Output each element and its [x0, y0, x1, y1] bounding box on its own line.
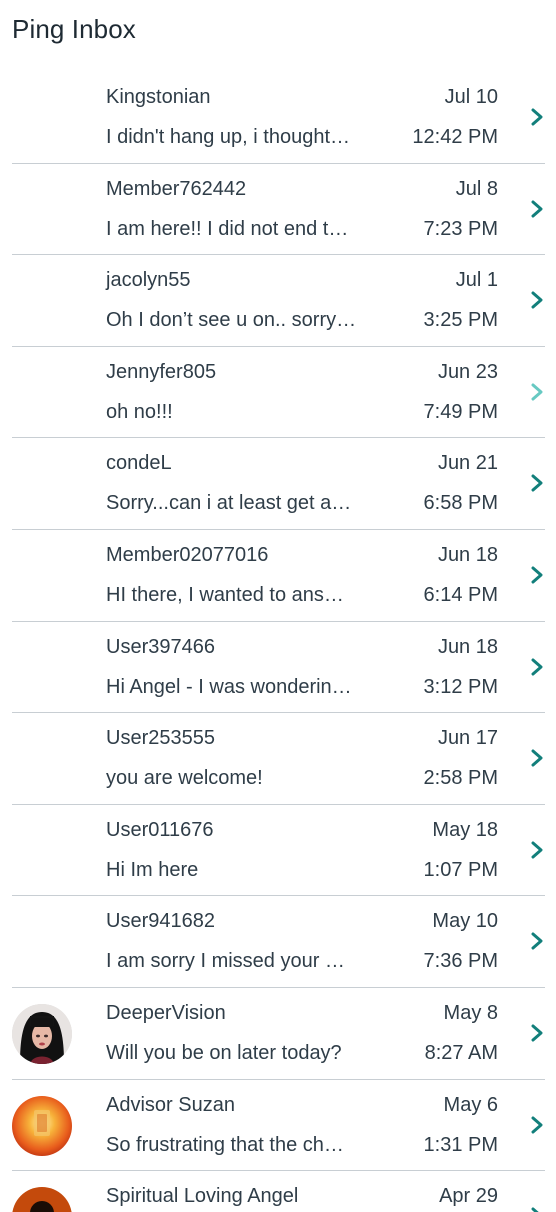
- chevron-right-icon[interactable]: [529, 198, 545, 220]
- sender-name: Spiritual Loving Angel: [106, 1185, 299, 1208]
- message-row[interactable]: Kingstonian Jul 10 I didn't hang up, i t…: [12, 72, 545, 164]
- message-date: May 6: [443, 1093, 498, 1116]
- sender-name: Kingstonian: [106, 86, 211, 108]
- message-date: Jul 10: [444, 86, 498, 108]
- message-date: Apr 29: [439, 1185, 498, 1208]
- chevron-right-icon[interactable]: [529, 1205, 545, 1212]
- sender-name: User397466: [106, 635, 215, 658]
- sender-name: Jennyfer805: [106, 360, 217, 383]
- message-row[interactable]: Advisor Suzan May 6 So frustrating that …: [12, 1080, 545, 1172]
- chevron-right-icon[interactable]: [529, 1114, 545, 1136]
- message-row[interactable]: Jennyfer805 Jun 23 oh no!!! 7:49 PM: [12, 347, 545, 439]
- sender-name: Advisor Suzan: [106, 1093, 235, 1116]
- message-row[interactable]: User941682 May 10 I am sorry I missed yo…: [12, 896, 545, 988]
- message-time: 6:58 PM: [423, 492, 498, 515]
- chevron-right-icon[interactable]: [529, 930, 545, 952]
- sender-name: User941682: [106, 910, 215, 933]
- message-date: May 18: [432, 818, 498, 841]
- ping-inbox-page: Ping Inbox Kingstonian Jul 10 I didn't h…: [0, 0, 556, 1212]
- message-preview: So frustrating that the ch…: [106, 1133, 344, 1156]
- message-time: 1:31 PM: [423, 1133, 498, 1156]
- sender-name: DeeperVision: [106, 1001, 226, 1024]
- chevron-right-icon[interactable]: [529, 472, 545, 494]
- message-row[interactable]: Member762442 Jul 8 I am here!! I did not…: [12, 164, 545, 256]
- message-row[interactable]: Spiritual Loving Angel Apr 29: [12, 1171, 545, 1212]
- chevron-right-icon[interactable]: [529, 381, 545, 403]
- sender-name: User253555: [106, 727, 215, 750]
- chevron-right-icon[interactable]: [529, 747, 545, 769]
- message-row[interactable]: User397466 Jun 18 Hi Angel - I was wonde…: [12, 622, 545, 714]
- message-row[interactable]: DeeperVision May 8 Will you be on later …: [12, 988, 545, 1080]
- message-time: 7:49 PM: [423, 400, 498, 423]
- message-preview: oh no!!!: [106, 400, 173, 423]
- message-date: Jul 8: [455, 177, 498, 200]
- message-date: May 8: [443, 1001, 498, 1024]
- chevron-right-icon[interactable]: [529, 564, 545, 586]
- message-preview: Hi Angel - I was wonderin…: [106, 675, 352, 698]
- message-time: 6:14 PM: [423, 583, 498, 606]
- message-time: 8:27 AM: [424, 1041, 498, 1064]
- message-time: 3:12 PM: [423, 675, 498, 698]
- message-date: May 10: [432, 910, 498, 933]
- message-preview: Will you be on later today?: [106, 1041, 342, 1064]
- chevron-right-icon[interactable]: [529, 289, 545, 311]
- message-time: 2:58 PM: [423, 767, 498, 790]
- message-preview: I didn't hang up, i thought…: [106, 126, 350, 148]
- message-preview: I am here!! I did not end t…: [106, 217, 349, 240]
- message-preview: I am sorry I missed your …: [106, 950, 345, 973]
- message-date: Jun 18: [437, 543, 498, 566]
- chevron-right-icon[interactable]: [529, 839, 545, 861]
- message-date: Jun 23: [437, 360, 498, 383]
- message-row[interactable]: Member02077016 Jun 18 HI there, I wanted…: [12, 530, 545, 622]
- message-row[interactable]: User011676 May 18 Hi Im here 1:07 PM: [12, 805, 545, 897]
- message-date: Jun 18: [437, 635, 498, 658]
- sender-name: Member762442: [106, 177, 247, 200]
- page-title: Ping Inbox: [12, 14, 136, 44]
- sender-name: Member02077016: [106, 543, 269, 566]
- message-preview: you are welcome!: [106, 767, 263, 790]
- message-row[interactable]: User253555 Jun 17 you are welcome! 2:58 …: [12, 713, 545, 805]
- message-time: 1:07 PM: [423, 858, 498, 881]
- message-preview: Hi Im here: [106, 858, 199, 881]
- chevron-right-icon[interactable]: [529, 656, 545, 678]
- message-date: Jul 1: [455, 269, 498, 292]
- message-preview: HI there, I wanted to ans…: [106, 583, 344, 606]
- sender-name: condeL: [106, 452, 172, 475]
- chevron-right-icon[interactable]: [529, 106, 545, 128]
- sender-name: jacolyn55: [106, 269, 191, 292]
- message-date: Jun 21: [437, 452, 498, 475]
- message-time: 7:23 PM: [423, 217, 498, 240]
- message-time: 3:25 PM: [423, 309, 498, 332]
- message-time: 12:42 PM: [412, 126, 498, 148]
- message-preview: Sorry...can i at least get a…: [106, 492, 352, 515]
- message-date: Jun 17: [437, 727, 498, 750]
- message-list: Kingstonian Jul 10 I didn't hang up, i t…: [12, 72, 545, 1212]
- woman-portrait-avatar: [12, 1003, 72, 1064]
- silhouette-avatar: [12, 1187, 72, 1212]
- orange-glow-avatar: [12, 1095, 72, 1156]
- message-preview: Oh I don’t see u on.. sorry…: [106, 309, 357, 332]
- message-time: 7:36 PM: [423, 950, 498, 973]
- sender-name: User011676: [106, 818, 214, 841]
- message-row[interactable]: jacolyn55 Jul 1 Oh I don’t see u on.. so…: [12, 255, 545, 347]
- message-row[interactable]: condeL Jun 21 Sorry...can i at least get…: [12, 438, 545, 530]
- chevron-right-icon[interactable]: [529, 1022, 545, 1044]
